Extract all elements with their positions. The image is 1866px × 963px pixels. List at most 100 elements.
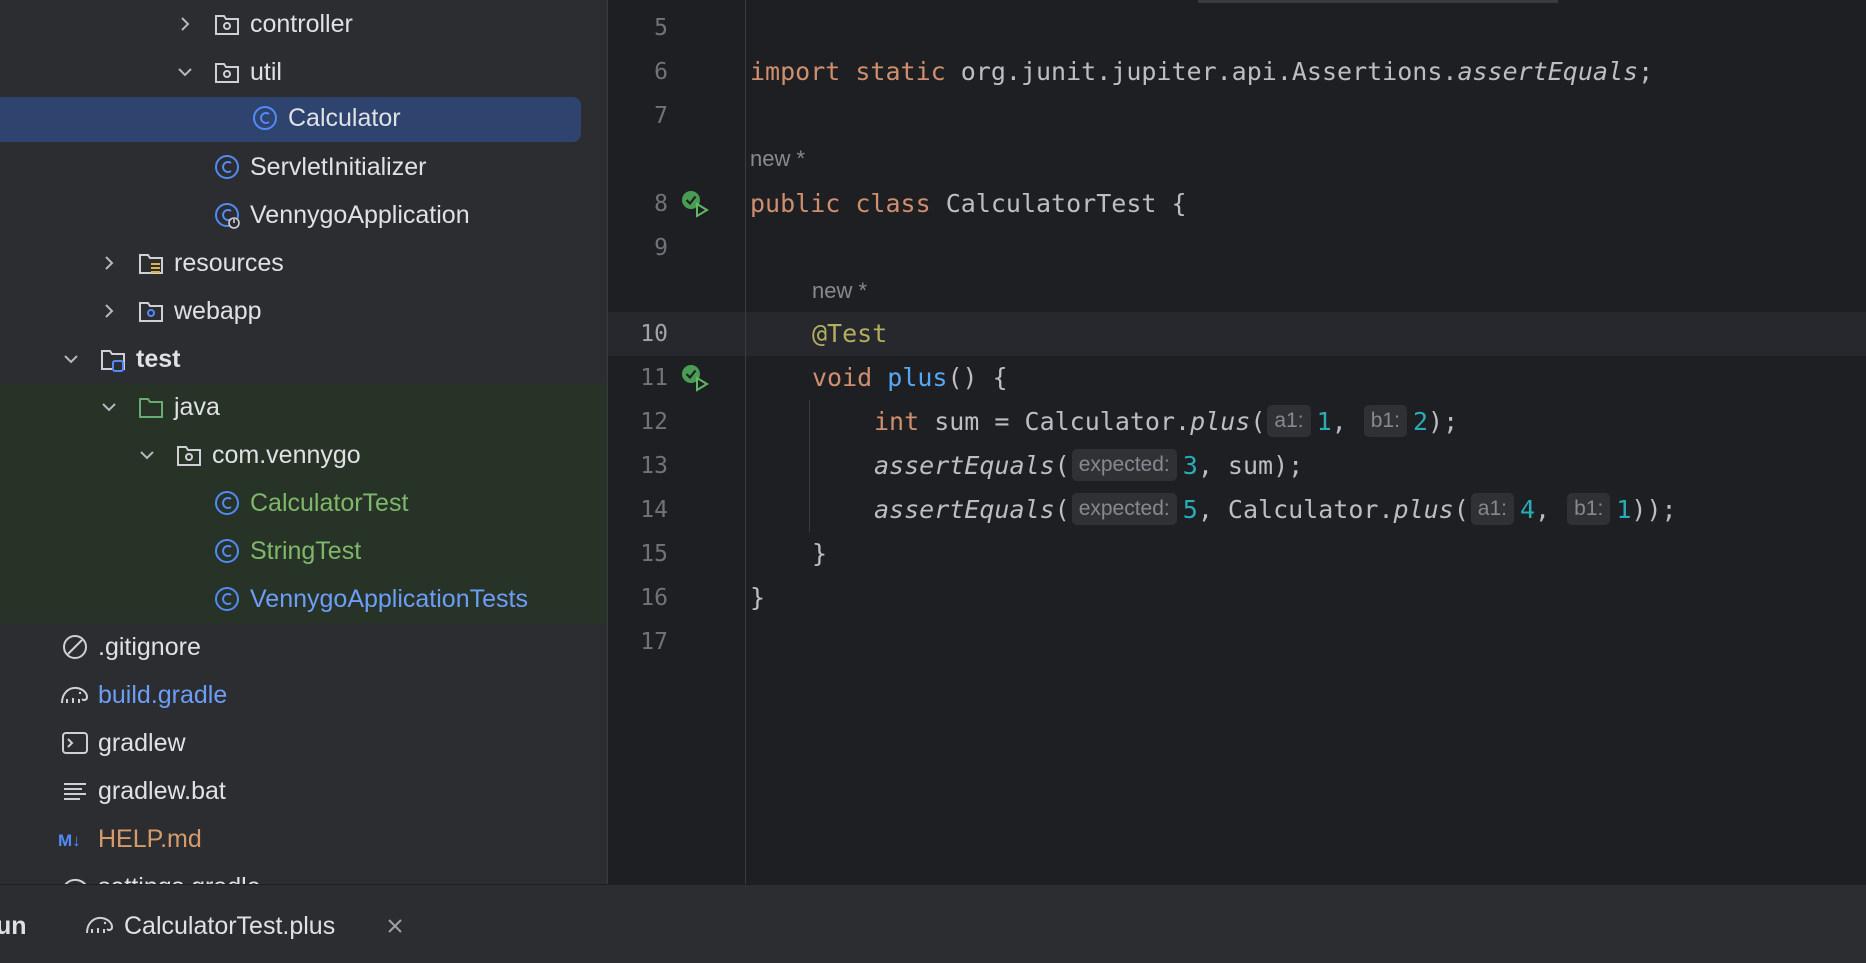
tree-item-java[interactable]: java <box>0 383 607 431</box>
chevron-down-icon[interactable] <box>99 397 119 417</box>
tree-item-label: settings.gradle <box>98 873 261 884</box>
run-test-method-icon[interactable] <box>680 363 710 393</box>
chevron-down-icon[interactable] <box>61 349 81 369</box>
tree-item-gradlew[interactable]: gradlew <box>0 719 607 767</box>
web-folder-icon <box>139 302 163 322</box>
line-number: 15 <box>640 541 668 567</box>
tree-item-label: CalculatorTest <box>250 489 409 517</box>
keyword: class <box>855 189 931 218</box>
markdown-file-icon: M↓ <box>58 831 81 850</box>
chevron-right-icon[interactable] <box>175 14 195 34</box>
spring-boot-class-icon <box>215 203 240 229</box>
code-line-12[interactable]: int sum = Calculator.plus(a1: 1, b1: 2); <box>874 400 1458 444</box>
tree-item-webapp[interactable]: webapp <box>0 287 607 335</box>
line-number: 14 <box>640 497 668 523</box>
java-class-icon <box>215 491 239 515</box>
chevron-right-icon[interactable] <box>99 253 119 273</box>
method-call: assertEquals <box>874 495 1055 524</box>
chevron-down-icon[interactable] <box>137 445 157 465</box>
method-call: plus <box>1393 495 1454 524</box>
run-configuration-tab[interactable]: CalculatorTest.plus <box>124 912 335 940</box>
tree-item-label: gradlew <box>98 729 186 757</box>
run-tool-window-title[interactable]: un <box>0 912 27 940</box>
keyword: static <box>855 57 946 86</box>
indent-guide <box>809 400 810 532</box>
code-line-10[interactable]: @Test <box>812 312 887 356</box>
tree-item-label: gradlew.bat <box>98 777 226 805</box>
tree-item-vennygoapplication[interactable]: VennygoApplication <box>0 191 607 239</box>
punctuation: ( <box>1054 495 1070 524</box>
text-file-icon <box>64 783 86 800</box>
tree-item-label: VennygoApplicationTests <box>250 585 528 613</box>
run-test-class-icon[interactable] <box>680 189 710 219</box>
code-line-6[interactable]: import static org.junit.jupiter.api.Asse… <box>750 50 1653 94</box>
tree-item-vennygoapplicationtests[interactable]: VennygoApplicationTests <box>0 575 607 623</box>
import-member: assertEquals <box>1457 57 1639 86</box>
tree-item-label: com.vennygo <box>212 441 361 469</box>
gradle-elephant-icon <box>64 878 87 884</box>
code-line-8[interactable]: public class CalculatorTest { <box>750 182 1187 226</box>
run-tool-window-header: un CalculatorTest.plus <box>0 884 1866 963</box>
codelens-author[interactable]: new * <box>750 144 805 174</box>
tree-item-label: ServletInitializer <box>250 153 427 181</box>
tree-item-controller[interactable]: controller <box>0 0 607 48</box>
punctuation: ( <box>1054 451 1070 480</box>
line-number: 9 <box>654 235 668 261</box>
java-class-icon <box>215 539 239 563</box>
gradle-elephant-icon <box>61 686 89 704</box>
line-number: 11 <box>640 365 668 391</box>
code-line-15[interactable]: } <box>812 532 827 576</box>
code-editor[interactable]: 5 6 7 8 9 10 11 12 13 14 15 16 17 import… <box>608 0 1866 884</box>
line-number: 13 <box>640 453 668 479</box>
tree-item-label: util <box>250 58 282 86</box>
parameter-hint: expected: <box>1071 449 1177 481</box>
tree-item-gradlew-bat[interactable]: gradlew.bat <box>0 767 607 815</box>
number-literal: 1 <box>1616 495 1632 524</box>
tree-item-label: .gitignore <box>98 633 201 661</box>
tree-item-test[interactable]: test <box>0 335 607 383</box>
class-name: CalculatorTest { <box>945 189 1187 218</box>
tree-item-resources[interactable]: resources <box>0 239 607 287</box>
ignore-file-icon <box>63 635 87 659</box>
tree-item-settings-gradle[interactable]: settings.gradle <box>0 863 607 884</box>
punctuation: () { <box>947 363 1008 392</box>
code-line-13[interactable]: assertEquals(expected: 3, sum); <box>874 444 1303 488</box>
punctuation: ; <box>1638 57 1654 86</box>
number-literal: 3 <box>1182 451 1198 480</box>
codelens-author[interactable]: new * <box>812 276 867 306</box>
tree-item-stringtest[interactable]: StringTest <box>0 527 607 575</box>
keyword: import <box>750 57 841 86</box>
tree-item-calculatortest[interactable]: CalculatorTest <box>0 479 607 527</box>
tree-item-util[interactable]: util <box>0 48 607 96</box>
tree-item-label: resources <box>174 249 284 277</box>
tree-item-build-gradle[interactable]: build.gradle <box>0 671 607 719</box>
chevron-down-icon[interactable] <box>175 62 195 82</box>
tree-item-label: build.gradle <box>98 681 228 709</box>
tree-item-help-md[interactable]: M↓ HELP.md <box>0 815 607 863</box>
tree-item-com-vennygo[interactable]: com.vennygo <box>0 431 607 479</box>
close-icon[interactable] <box>384 915 406 937</box>
tree-item-label: StringTest <box>250 537 362 565</box>
gradle-elephant-icon <box>86 916 114 934</box>
punctuation: ( <box>1453 495 1469 524</box>
parameter-hint: expected: <box>1071 493 1177 525</box>
gutter-divider <box>745 0 746 884</box>
punctuation: ( <box>1250 407 1266 436</box>
method-call: assertEquals <box>874 451 1055 480</box>
code-line-14[interactable]: assertEquals(expected: 5, Calculator.plus… <box>874 488 1677 532</box>
java-class-icon <box>215 587 239 611</box>
tree-item-label: webapp <box>174 297 262 325</box>
code-text: , sum); <box>1197 451 1304 480</box>
code-line-11[interactable]: void plus() { <box>812 356 1008 400</box>
tree-item-calculator[interactable]: Calculator <box>0 94 607 142</box>
line-number: 6 <box>654 59 668 85</box>
number-literal: 1 <box>1316 407 1332 436</box>
tree-item-servletinitializer[interactable]: ServletInitializer <box>0 143 607 191</box>
terminal-file-icon <box>62 732 88 754</box>
code-line-16[interactable]: } <box>750 576 765 620</box>
number-literal: 5 <box>1182 495 1198 524</box>
tree-item-gitignore[interactable]: .gitignore <box>0 623 607 671</box>
code-text: , Calculator. <box>1197 495 1394 524</box>
chevron-right-icon[interactable] <box>99 301 119 321</box>
project-tree[interactable]: controller util Calculator ServletInitia… <box>0 0 608 884</box>
